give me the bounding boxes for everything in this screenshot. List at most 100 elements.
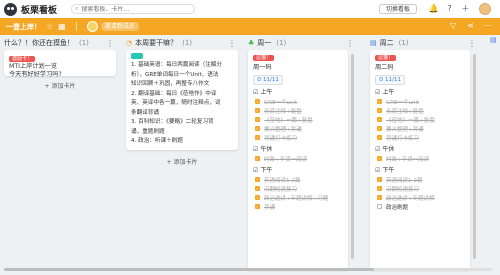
task-card[interactable]: 激励卡！ MTI上岸计划一览 今天有好好学习吗? [4, 50, 116, 78]
help-icon[interactable]: ? [444, 3, 455, 14]
list-column: ▤ 周二 (1) ⋮ 逗猫！ 周二码 ⏲ 11/11 ☑ 上午 ✓ GRE一个uni… [370, 36, 478, 270]
bell-icon[interactable]: 🔔 [428, 3, 439, 14]
checklist-item[interactable]: ✓ 英语阅读1-2篇 [377, 175, 465, 184]
add-card-button[interactable]: + 添加卡片 [126, 156, 238, 170]
task-card[interactable]: 1. 基础英语：每日两篇阅读（注解分 析），GRE单词每日一个Unit，语法 知… [126, 50, 238, 150]
column-title[interactable]: 周二 [380, 38, 394, 48]
add-icon[interactable]: ＋ [460, 3, 471, 14]
filter-icon[interactable]: ▽ [450, 21, 456, 30]
column-header: ♣ 周一 (1) ⋮ [248, 36, 356, 50]
card-tag: 激励卡！ [9, 56, 36, 62]
checklist-item[interactable]: ✓ 《莅啥》一篇+复盘 [377, 115, 465, 124]
due-date-badge[interactable]: ⏲ 11/11 [375, 75, 405, 85]
checklist-item[interactable]: ✓ 要义整理+背诵 [377, 124, 465, 133]
checkbox-checked-icon[interactable]: ✓ [377, 195, 382, 200]
calendar-icon[interactable]: ▦ [58, 22, 66, 31]
card-line: MTI上岸计划一览 [9, 63, 58, 70]
checkbox-checked-icon[interactable]: ✓ [377, 117, 382, 122]
app-title: 板栗看板 [21, 5, 58, 16]
checklist-item[interactable]: ✓ 时政+干货一阅读 [255, 154, 343, 163]
invite-member-button[interactable]: 邀请新成员 [100, 22, 139, 31]
column-menu-icon[interactable]: ⋮ [346, 39, 354, 48]
column-title[interactable]: 本周要干嘛？ [135, 38, 177, 48]
checklist-item[interactable]: ✓ 政治选讲+专题讲解 [377, 193, 465, 202]
checklist-item[interactable]: ✓ GRE一个unit [255, 97, 343, 106]
more-icon[interactable]: ⋯ [484, 21, 492, 30]
column-scrollbar[interactable] [351, 54, 354, 259]
checklist-item-text: GRE一个unit [264, 99, 298, 106]
board-title[interactable]: 一壹上岸！ [6, 22, 41, 32]
checkbox-checked-icon[interactable]: ✓ [377, 108, 382, 113]
search-input[interactable] [78, 5, 192, 13]
checkbox-checked-icon[interactable]: ✓ [377, 135, 382, 140]
card-title: 周二码 [375, 64, 394, 71]
due-date-badge[interactable]: ⏲ 11/11 [253, 75, 283, 85]
next-column-edge: ▤ [490, 36, 497, 44]
list-column: ♣ 周一 (1) ⋮ 逗猫！ 周一码 ⏲ 11/11 ☑ 上午 ✓ GRE一个uni… [248, 36, 356, 270]
add-card-button[interactable]: + 添加卡片 [4, 80, 116, 94]
checklist-item-text: 政治选讲+专题讲解 [386, 195, 435, 202]
checkbox-unchecked-icon[interactable] [377, 204, 382, 209]
checklist-item-text: 要义整理+背诵 [264, 126, 302, 133]
search-box[interactable]: ⌕ [71, 4, 196, 14]
user-avatar[interactable] [479, 3, 491, 15]
column-header: ▤ 周二 (1) ⋮ [370, 36, 478, 50]
column-menu-icon[interactable]: ⋮ [468, 39, 476, 48]
checkbox-checked-icon[interactable]: ✓ [255, 108, 260, 113]
due-date: 11/11 [263, 77, 279, 83]
star-icon[interactable]: ☆ [46, 22, 53, 31]
checklist-header: ☑ 上午 [375, 88, 465, 97]
column-menu-icon[interactable]: ⋮ [106, 39, 114, 48]
checklist-item[interactable]: ✓ 无惑注释+复盘 [255, 106, 343, 115]
checklist-item[interactable]: ✓ 背诵 [255, 202, 343, 211]
scrollbar-thumb[interactable] [4, 268, 374, 271]
checklist-item[interactable]: ✓ 背诵打卡练习 [255, 133, 343, 142]
checkbox-checked-icon[interactable]: ✓ [377, 177, 382, 182]
list-column: ◔ 本周要干嘛？ (1) ⋮ 1. 基础英语：每日两篇阅读（注解分 析），GRE… [126, 36, 238, 170]
member-avatar[interactable] [86, 21, 98, 32]
share-icon[interactable]: ⋖ [467, 21, 474, 30]
column-menu-icon[interactable]: ⋮ [228, 39, 236, 48]
card-line: 今天有好好学习吗? [9, 71, 62, 78]
task-card[interactable]: 逗猫！ 周一码 ⏲ 11/11 ☑ 上午 ✓ GRE一个unit ✓ 无惑注释+复盘 … [248, 50, 348, 270]
checklist-item[interactable]: ✓ GRE一个unit [377, 97, 465, 106]
checklist-item[interactable]: ✓ 政治选讲+专题讲解+习题 [255, 193, 343, 202]
checklist-item[interactable]: ✓ 《莅啥》一篇+复盘 [255, 115, 343, 124]
checklist-item[interactable]: ✓ 英语阅读1-2篇 [255, 175, 343, 184]
checklist-item[interactable]: ✓ 无惑注释+复盘 [377, 106, 465, 115]
checkbox-checked-icon[interactable]: ✓ [255, 177, 260, 182]
column-count: (1) [182, 39, 193, 47]
column-header: ◔ 本周要干嘛？ (1) ⋮ [126, 36, 238, 50]
checkbox-checked-icon[interactable]: ✓ [255, 117, 260, 122]
checklist-item[interactable]: 政治刷题 [377, 202, 465, 211]
checkbox-checked-icon[interactable]: ✓ [255, 204, 260, 209]
checkbox-checked-icon[interactable]: ✓ [377, 156, 382, 161]
divider [75, 22, 77, 31]
column-title[interactable]: 周一 [257, 38, 271, 48]
checklist-item[interactable]: ✓ 要义整理+背诵 [255, 124, 343, 133]
checkbox-checked-icon[interactable]: ✓ [255, 126, 260, 131]
switch-board-button[interactable]: 切换看板 [379, 4, 417, 14]
column-title[interactable]: 什么？！你还在摸鱼！ [4, 38, 74, 48]
checklist-header: ☑ 下午 [253, 166, 343, 175]
column-scrollbar[interactable] [473, 54, 476, 259]
checkbox-checked-icon[interactable]: ✓ [255, 195, 260, 200]
board-horizontal-scrollbar[interactable] [4, 268, 492, 271]
checklist-item[interactable]: ✓ 背诵打卡练习 [377, 133, 465, 142]
checkbox-checked-icon[interactable]: ✓ [377, 126, 382, 131]
checkbox-checked-icon[interactable]: ✓ [377, 99, 382, 104]
checkbox-checked-icon[interactable]: ✓ [255, 99, 260, 104]
checkbox-checked-icon[interactable]: ✓ [255, 186, 260, 191]
clock-icon: ◔ [126, 39, 133, 47]
checkbox-checked-icon[interactable]: ✓ [255, 135, 260, 140]
checklist-item[interactable]: ✓ 汉翻短语复习 [377, 184, 465, 193]
checklist-item[interactable]: ✓ 汉翻短语复习 [255, 184, 343, 193]
task-card[interactable]: 逗猫！ 周二码 ⏲ 11/11 ☑ 上午 ✓ GRE一个unit ✓ 无惑注释+复盘 … [370, 50, 470, 270]
checklist-icon: ☑ [375, 89, 381, 96]
checkbox-checked-icon[interactable]: ✓ [255, 156, 260, 161]
card-title: 周一码 [253, 64, 272, 71]
checklist-icon: ☑ [253, 167, 259, 174]
checklist-item[interactable]: ✓ 时政+干货一阅读 [377, 154, 465, 163]
card-line: 2. 翻译基础：每日《莅啥作》中译 [131, 90, 217, 97]
checkbox-checked-icon[interactable]: ✓ [377, 186, 382, 191]
